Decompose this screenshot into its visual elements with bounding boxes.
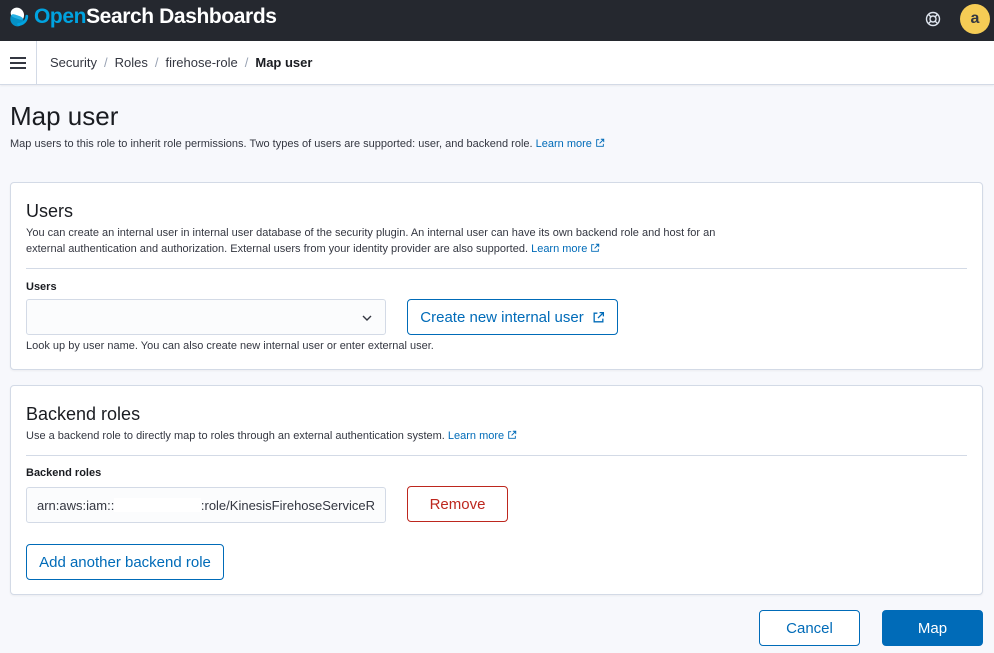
backend-role-value-prefix: arn:aws:iam:: [37,497,115,513]
users-description-text: You can create an internal user in inter… [26,227,716,255]
remove-backend-role-button[interactable]: Remove [407,486,508,522]
brand-name-rest: Search Dashboards [86,5,277,28]
map-button-label: Map [917,619,948,637]
users-learn-more-label: Learn more [531,243,588,255]
top-header-bar: OpenSearch Dashboards a [0,0,994,41]
external-link-icon [508,430,517,439]
cancel-button-label: Cancel [786,619,833,637]
learn-more-link[interactable]: Learn more [536,138,605,150]
redacted-account-id [114,498,201,512]
breadcrumb: Security / Roles / firehose-role / Map u… [50,55,312,70]
add-backend-role-button[interactable]: Add another backend role [26,544,224,580]
backend-roles-description: Use a backend role to directly map to ro… [26,428,746,444]
external-link-icon [593,311,604,322]
map-button[interactable]: Map [882,610,983,646]
breadcrumb-separator: / [103,55,108,70]
page-title: Map user [10,101,119,131]
create-internal-user-button[interactable]: Create new internal user [407,299,618,335]
external-link-icon [591,243,600,252]
lifebuoy-icon [925,11,941,27]
add-backend-role-label: Add another backend role [39,553,211,571]
learn-more-label: Learn more [535,138,592,150]
remove-button-label: Remove [429,495,486,513]
page-description: Map users to this role to inherit role p… [10,138,605,150]
external-link-icon [596,138,605,147]
hamburger-menu-icon [10,56,26,69]
users-divider [26,268,967,269]
menu-divider [36,41,37,84]
users-panel-description: You can create an internal user in inter… [26,225,746,257]
opensearch-logo-icon [10,7,29,27]
chevron-down-icon [362,315,372,321]
backend-roles-description-text: Use a backend role to directly map to ro… [26,430,445,442]
backend-roles-field-label: Backend roles [26,467,102,479]
backend-roles-panel: Backend roles Use a backend role to dire… [10,385,983,595]
breadcrumb-security[interactable]: Security [50,55,97,70]
breadcrumb-roles[interactable]: Roles [115,55,148,70]
users-learn-more-link[interactable]: Learn more [531,243,600,255]
users-panel: Users You can create an internal user in… [10,182,983,370]
backend-learn-more-label: Learn more [447,430,505,442]
users-panel-title: Users [26,201,74,221]
backend-role-input[interactable]: arn:aws:iam:::role/KinesisFirehoseServic… [26,487,386,523]
create-internal-user-label: Create new internal user [420,308,584,326]
backend-role-value-suffix: :role/KinesisFirehoseServiceR [200,497,375,513]
user-avatar[interactable]: a [960,4,990,34]
breadcrumb-bar: Security / Roles / firehose-role / Map u… [0,41,994,85]
menu-toggle-button[interactable] [0,41,36,84]
brand-name-open: Open [34,5,87,28]
users-field-label: Users [26,281,57,293]
breadcrumb-separator: / [154,55,159,70]
users-combobox[interactable] [26,299,386,335]
breadcrumb-firehose-role[interactable]: firehose-role [165,55,237,70]
breadcrumb-map-user: Map user [255,55,313,70]
users-help-text: Look up by user name. You can also creat… [26,340,434,352]
opensearch-logo[interactable]: OpenSearch Dashboards [8,5,277,29]
breadcrumb-separator: / [244,55,249,70]
page-description-text: Map users to this role to inherit role p… [10,138,533,150]
backend-roles-panel-title: Backend roles [26,404,141,424]
cancel-button[interactable]: Cancel [759,610,860,646]
backend-divider [26,455,967,456]
backend-learn-more-link[interactable]: Learn more [448,430,517,442]
help-menu-icon[interactable] [922,8,944,30]
